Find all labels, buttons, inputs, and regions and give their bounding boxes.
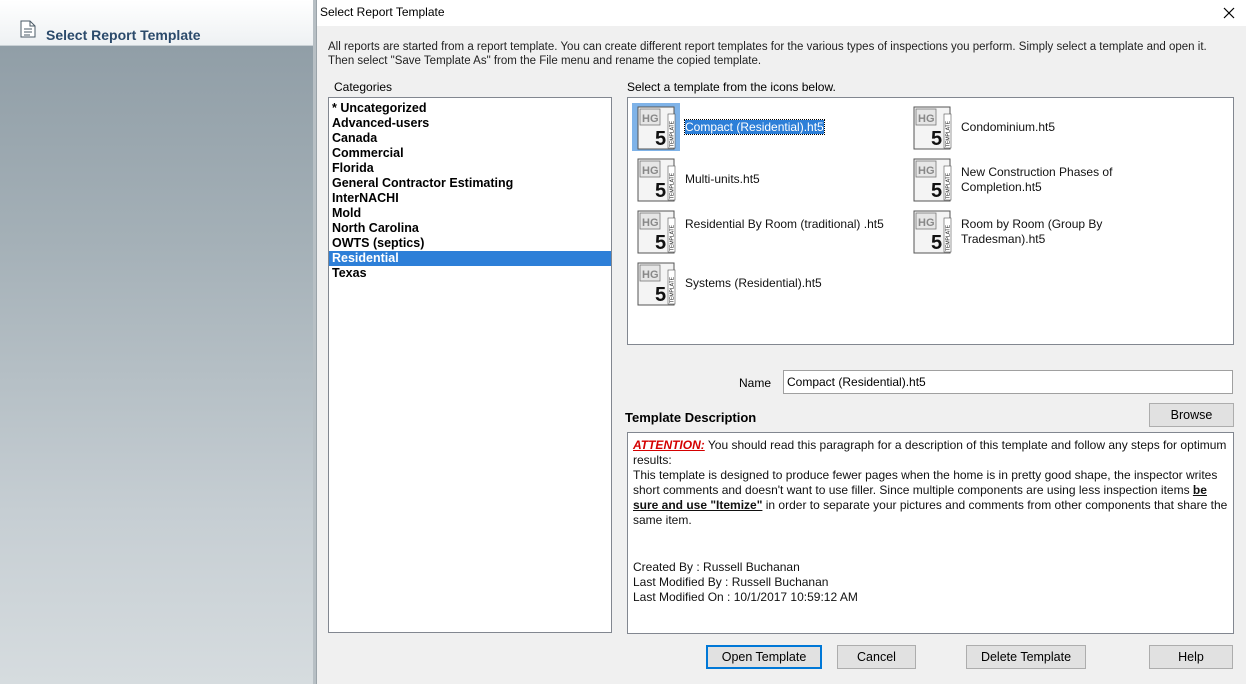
svg-text:HG: HG	[918, 113, 935, 125]
svg-text:TEMPLATE: TEMPLATE	[670, 224, 676, 251]
svg-text:5: 5	[931, 232, 942, 254]
category-item[interactable]: Commercial	[329, 146, 611, 161]
template-label-wrap: New Construction Phases of Completion.ht…	[961, 165, 1161, 195]
cancel-button[interactable]: Cancel	[837, 645, 916, 669]
close-icon[interactable]	[1219, 3, 1239, 23]
templates-label: Select a template from the icons below.	[627, 80, 836, 94]
hg5-template-icon: HG 5 TEMPLATE	[633, 208, 681, 256]
name-label: Name	[739, 376, 772, 390]
description-intro: You should read this paragraph for a des…	[633, 438, 1227, 467]
template-label-wrap: Systems (Residential).ht5	[685, 276, 822, 291]
svg-text:5: 5	[931, 180, 942, 202]
category-item[interactable]: Canada	[329, 131, 611, 146]
categories-list[interactable]: * Uncategorized Advanced-users Canada Comme…	[328, 97, 612, 633]
template-item[interactable]: HG 5 TEMPLATE New Construction Phases of…	[909, 156, 1209, 204]
dialog-titlebar[interactable]: Select Report Template	[317, 0, 1246, 26]
browse-button[interactable]: Browse	[1149, 403, 1234, 427]
template-item[interactable]: HG 5 TEMPLATE Multi-units.ht5	[633, 156, 898, 204]
svg-text:TEMPLATE: TEMPLATE	[946, 224, 952, 251]
svg-text:5: 5	[931, 128, 942, 150]
svg-text:HG: HG	[642, 217, 659, 229]
open-template-button[interactable]: Open Template	[706, 645, 822, 669]
description-body-before: This template is designed to produce few…	[633, 468, 1218, 497]
dialog-title: Select Report Template	[320, 5, 445, 19]
name-input[interactable]	[783, 370, 1233, 394]
category-item[interactable]: North Carolina	[329, 221, 611, 236]
svg-text:5: 5	[655, 180, 666, 202]
category-item[interactable]: InterNACHI	[329, 191, 611, 206]
last-modified-on: Last Modified On : 10/1/2017 10:59:12 AM	[633, 590, 858, 604]
svg-text:5: 5	[655, 232, 666, 254]
template-item[interactable]: HG 5 TEMPLATE Systems (Residential).ht5	[633, 260, 898, 308]
template-item[interactable]: HG 5 TEMPLATE Residential By Room (tradi…	[633, 208, 898, 256]
category-item[interactable]: * Uncategorized	[329, 101, 611, 116]
template-description[interactable]: ATTENTION: You should read this paragrap…	[627, 432, 1234, 634]
category-item[interactable]: Florida	[329, 161, 611, 176]
svg-text:5: 5	[655, 284, 666, 306]
hg5-template-icon: HG 5 TEMPLATE	[909, 156, 957, 204]
category-item[interactable]: Advanced-users	[329, 116, 611, 131]
svg-text:HG: HG	[642, 113, 659, 125]
svg-text:TEMPLATE: TEMPLATE	[670, 172, 676, 199]
created-by: Created By : Russell Buchanan	[633, 560, 800, 574]
category-item[interactable]: General Contractor Estimating	[329, 176, 611, 191]
svg-text:HG: HG	[918, 217, 935, 229]
help-button[interactable]: Help	[1149, 645, 1233, 669]
template-item[interactable]: HG 5 TEMPLATE Compact (Residential).ht5	[632, 103, 898, 152]
category-item[interactable]: Mold	[329, 206, 611, 221]
hg5-template-icon: HG 5 TEMPLATE	[909, 208, 957, 256]
svg-text:HG: HG	[642, 269, 659, 281]
last-modified-by: Last Modified By : Russell Buchanan	[633, 575, 829, 589]
svg-text:5: 5	[655, 128, 666, 150]
template-label-wrap: Multi-units.ht5	[685, 172, 760, 187]
categories-label: Categories	[334, 80, 393, 94]
template-label-wrap: Residential By Room (traditional) .ht5	[685, 217, 885, 232]
template-item[interactable]: HG 5 TEMPLATE Room by Room (Group By Tra…	[909, 208, 1209, 256]
template-description-label: Template Description	[625, 410, 757, 425]
hg5-template-icon: HG 5 TEMPLATE	[633, 156, 681, 204]
template-label: Residential By Room (traditional) .ht5	[685, 217, 884, 231]
template-label: Systems (Residential).ht5	[685, 276, 822, 290]
template-label: Multi-units.ht5	[685, 172, 760, 186]
template-label: Room by Room (Group By Tradesman).ht5	[961, 217, 1103, 246]
template-label-wrap: Condominium.ht5	[961, 120, 1055, 135]
document-icon	[20, 20, 36, 38]
category-item[interactable]: Residential	[329, 251, 611, 266]
delete-template-button[interactable]: Delete Template	[966, 645, 1086, 669]
template-label: New Construction Phases of Completion.ht…	[961, 165, 1113, 194]
templates-grid[interactable]: HG 5 TEMPLATE Compact (Residential).ht5 …	[627, 97, 1234, 345]
template-label-wrap: Compact (Residential).ht5	[684, 119, 825, 135]
attention-label: ATTENTION:	[633, 438, 705, 452]
left-panel-title: Select Report Template	[46, 27, 201, 43]
svg-text:TEMPLATE: TEMPLATE	[946, 120, 952, 147]
hg5-template-icon: HG 5 TEMPLATE	[633, 260, 681, 308]
hg5-template-icon: HG 5 TEMPLATE	[633, 104, 681, 152]
template-item[interactable]: HG 5 TEMPLATE Condominium.ht5	[909, 104, 1209, 152]
left-header: Select Report Template	[0, 0, 313, 46]
svg-text:TEMPLATE: TEMPLATE	[946, 172, 952, 199]
category-item[interactable]: OWTS (septics)	[329, 236, 611, 251]
template-label-wrap: Room by Room (Group By Tradesman).ht5	[961, 217, 1161, 247]
svg-text:HG: HG	[642, 165, 659, 177]
select-template-dialog: Select Report Template All reports are s…	[316, 0, 1246, 684]
template-label: Compact (Residential).ht5	[684, 119, 825, 135]
intro-text: All reports are started from a report te…	[328, 41, 1207, 67]
background-panel	[0, 0, 313, 684]
template-label: Condominium.ht5	[961, 120, 1056, 134]
category-item[interactable]: Texas	[329, 266, 611, 281]
svg-text:TEMPLATE: TEMPLATE	[670, 120, 676, 147]
svg-text:HG: HG	[918, 165, 935, 177]
hg5-template-icon: HG 5 TEMPLATE	[909, 104, 957, 152]
svg-text:TEMPLATE: TEMPLATE	[670, 276, 676, 303]
